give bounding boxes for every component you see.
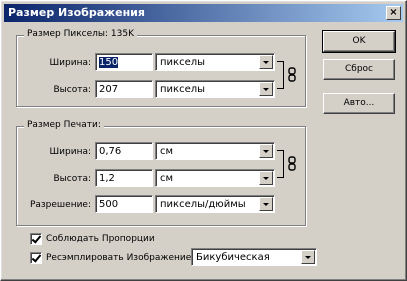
print-width-input[interactable]: 0,76 (95, 142, 153, 160)
print-height-unit-select[interactable]: см (155, 169, 275, 187)
print-height-unit-value: см (160, 173, 174, 184)
chain-link-icon (288, 67, 296, 82)
image-size-dialog: Размер Изображения × Размер Пикселы: 135… (0, 0, 407, 281)
constrain-proportions-label[interactable]: Соблюдать Пропорции (46, 234, 155, 244)
pixel-height-value: 207 (99, 84, 119, 95)
print-width-unit-value: см (160, 146, 174, 157)
pixel-width-label: Ширина: (49, 58, 91, 68)
down-arrow-icon[interactable] (301, 250, 315, 264)
pixel-width-input[interactable]: 150 (95, 53, 153, 71)
pixel-width-value: 150 (99, 57, 119, 68)
reset-button[interactable]: Сброс (323, 59, 395, 80)
window-title: Размер Изображения (8, 6, 145, 19)
print-width-unit-select[interactable]: см (155, 142, 275, 160)
pixel-width-unit-value: пикселы (160, 57, 206, 68)
down-arrow-icon[interactable] (259, 55, 273, 69)
resolution-label: Разрешение: (29, 200, 91, 210)
print-width-value: 0,76 (99, 146, 122, 157)
pixel-height-input[interactable]: 207 (95, 80, 153, 98)
ok-button[interactable]: OK (322, 30, 396, 53)
down-arrow-icon[interactable] (259, 197, 273, 211)
resample-method-value: Бикубическая (196, 252, 270, 263)
pixel-dimensions-legend: Размер Пикселы: 135K (24, 29, 137, 39)
pixel-height-unit-value: пикселы (160, 84, 206, 95)
print-height-value: 1,2 (99, 173, 115, 184)
print-link-bracket (277, 150, 284, 178)
down-arrow-icon[interactable] (259, 82, 273, 96)
print-height-input[interactable]: 1,2 (95, 169, 153, 187)
resample-method-select[interactable]: Бикубическая (191, 248, 317, 266)
resolution-value: 500 (99, 199, 119, 210)
resolution-unit-select[interactable]: пикселы/дюймы (155, 195, 275, 213)
resample-image-label[interactable]: Ресэмплировать Изображение (46, 253, 191, 263)
print-size-legend: Размер Печати: (24, 120, 104, 130)
constrain-proportions-checkbox[interactable] (30, 233, 42, 245)
auto-button[interactable]: Авто... (323, 93, 395, 114)
title-bar[interactable]: Размер Изображения × (4, 4, 403, 22)
close-button[interactable]: × (386, 6, 401, 20)
resolution-input[interactable]: 500 (95, 195, 153, 213)
down-arrow-icon[interactable] (259, 171, 273, 185)
print-height-label: Высота: (53, 174, 91, 184)
pixel-width-unit-select[interactable]: пикселы (155, 53, 275, 71)
pixel-height-label: Высота: (53, 85, 91, 95)
chain-link-icon (288, 156, 296, 171)
resolution-unit-value: пикселы/дюймы (160, 199, 246, 210)
resample-image-checkbox[interactable] (30, 252, 42, 264)
pixel-height-unit-select[interactable]: пикселы (155, 80, 275, 98)
print-width-label: Ширина: (49, 147, 91, 157)
down-arrow-icon[interactable] (259, 144, 273, 158)
pixel-link-bracket (277, 61, 284, 89)
